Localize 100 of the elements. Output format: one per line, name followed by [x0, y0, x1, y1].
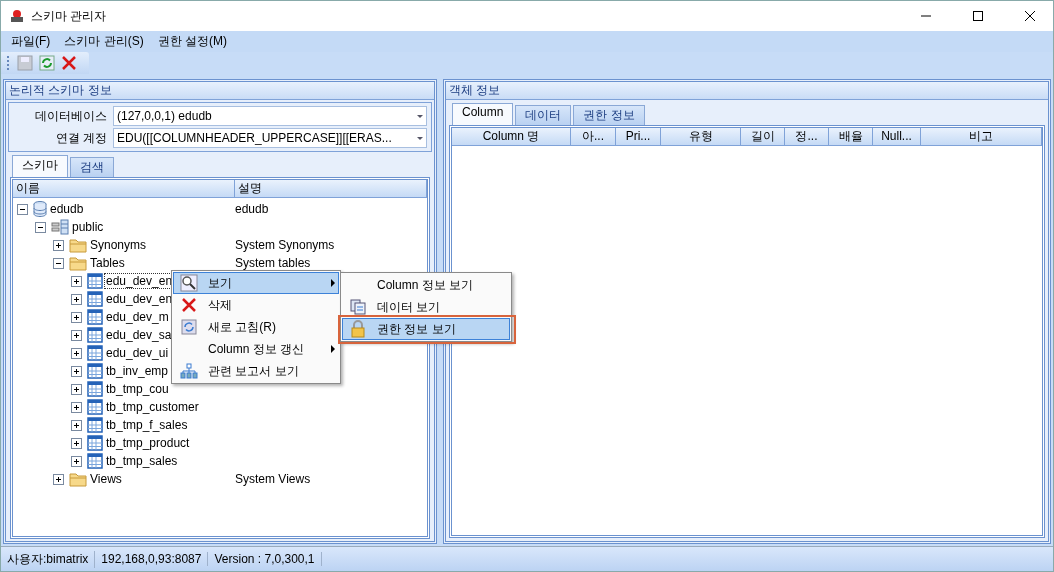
- tree-item[interactable]: tb_tmp_customer: [105, 400, 200, 414]
- expand-icon[interactable]: [53, 239, 64, 251]
- table-icon: [87, 363, 103, 379]
- window-title: 스키마 관리자: [31, 7, 108, 25]
- expand-icon[interactable]: [71, 437, 82, 449]
- column-header: 비고: [921, 128, 1042, 145]
- menu-item[interactable]: 보기: [173, 272, 339, 294]
- schema-icon: [51, 219, 69, 235]
- menu-item[interactable]: 파일(F): [5, 33, 57, 50]
- table-icon: [87, 291, 103, 307]
- maximize-icon: [973, 11, 983, 21]
- collapse-icon[interactable]: [35, 221, 46, 233]
- magnifier-icon: [180, 274, 198, 292]
- field-label: 연결 계정: [54, 130, 107, 147]
- database-icon: [33, 201, 47, 217]
- menu-item[interactable]: 새로 고침(R): [173, 316, 339, 338]
- column-header: 아...: [571, 128, 616, 145]
- tree-item-description: System Views: [235, 471, 312, 488]
- column-header: 설명: [235, 180, 427, 197]
- menu-item[interactable]: 스키마 관리(S): [58, 33, 150, 50]
- table-icon: [87, 435, 103, 451]
- dropdown-field[interactable]: EDU([[COLUMNHEADER_UPPERCASE]][[ERAS...: [113, 128, 427, 148]
- collapse-icon[interactable]: [53, 257, 64, 269]
- tree-item[interactable]: tb_tmp_sales: [105, 454, 179, 468]
- column-header: Column 명: [452, 128, 571, 145]
- column-header: Null...: [873, 128, 921, 145]
- table-icon: [87, 453, 103, 469]
- table-icon: [87, 399, 103, 415]
- tree-item[interactable]: public: [71, 220, 105, 234]
- menu-item[interactable]: Column 정보 보기: [342, 274, 510, 296]
- app-icon: [9, 9, 25, 23]
- lock-icon: [350, 320, 366, 338]
- panel-title: 객체 정보: [446, 82, 1048, 100]
- submenu-arrow-icon: [328, 279, 338, 287]
- close-icon: [1025, 11, 1035, 21]
- status-text: 사용자:bimatrix: [1, 550, 96, 568]
- expand-icon[interactable]: [71, 275, 82, 287]
- field-label: 데이터베이스: [34, 108, 107, 125]
- menu-item[interactable]: 권한 설정(M): [151, 33, 233, 50]
- expand-icon[interactable]: [71, 365, 82, 377]
- expand-icon[interactable]: [71, 293, 82, 305]
- status-text: Version : 7,0,300,1: [208, 552, 322, 566]
- refresh-icon: [181, 319, 197, 335]
- delete-icon[interactable]: [61, 55, 77, 71]
- tree-item[interactable]: Views: [89, 472, 123, 486]
- column-header: 정...: [785, 128, 829, 145]
- table-icon: [87, 309, 103, 325]
- tree-item[interactable]: edu_dev_sa: [105, 328, 173, 342]
- tree-item[interactable]: Tables: [89, 256, 126, 270]
- panel-title: 논리적 스키마 정보: [6, 82, 434, 100]
- hierarchy-icon: [180, 363, 198, 379]
- expand-icon[interactable]: [71, 329, 82, 341]
- tab[interactable]: 데이터: [515, 105, 572, 125]
- column-header: 배율: [829, 128, 873, 145]
- tree-item[interactable]: edu_dev_m: [105, 310, 170, 324]
- collapse-icon[interactable]: [17, 203, 28, 215]
- expand-icon[interactable]: [71, 419, 82, 431]
- folder-icon: [69, 237, 87, 253]
- column-header: Pri...: [616, 128, 661, 145]
- folder-icon: [69, 255, 87, 271]
- expand-icon[interactable]: [71, 401, 82, 413]
- expand-icon[interactable]: [71, 455, 82, 467]
- tree-item[interactable]: edudb: [49, 202, 85, 216]
- tree-item-description: edudb: [235, 201, 270, 218]
- tab[interactable]: 권한 정보: [573, 105, 645, 125]
- tree-item[interactable]: tb_tmp_f_sales: [105, 418, 189, 432]
- menu-item[interactable]: 삭제: [173, 294, 339, 316]
- tree-item[interactable]: edu_dev_ui: [105, 346, 170, 360]
- expand-icon[interactable]: [71, 347, 82, 359]
- column-header: 이름: [13, 180, 235, 197]
- column-header: 유형: [661, 128, 741, 145]
- tab[interactable]: 스키마: [12, 155, 68, 177]
- expand-icon[interactable]: [53, 473, 64, 485]
- menu-item[interactable]: 권한 정보 보기: [342, 318, 510, 340]
- menu-item[interactable]: Column 정보 갱신: [173, 338, 339, 360]
- table-icon: [87, 345, 103, 361]
- refresh-icon[interactable]: [39, 55, 55, 71]
- tree-item[interactable]: edu_dev_en: [105, 292, 174, 306]
- menu-item[interactable]: 데이터 보기: [342, 296, 510, 318]
- tree-item[interactable]: edu_dev_en: [105, 274, 174, 288]
- tab[interactable]: Column: [452, 103, 514, 125]
- tree-item[interactable]: tb_tmp_cou: [105, 382, 170, 396]
- expand-icon[interactable]: [71, 383, 82, 395]
- submenu-arrow-icon: [328, 345, 338, 353]
- table-icon: [87, 417, 103, 433]
- table-icon: [87, 273, 103, 289]
- tree-item[interactable]: tb_inv_emp: [105, 364, 170, 378]
- dropdown-field[interactable]: (127,0,0,1) edudb: [113, 106, 427, 126]
- status-text: 192,168,0,93:8087: [95, 552, 209, 566]
- table-icon: [87, 327, 103, 343]
- tree-item-description: System tables: [235, 255, 312, 272]
- tree-item[interactable]: Synonyms: [89, 238, 148, 252]
- tree-item-description: System Synonyms: [235, 237, 336, 254]
- column-header: 길이: [741, 128, 785, 145]
- table-icon: [87, 381, 103, 397]
- expand-icon[interactable]: [71, 311, 82, 323]
- tree-item[interactable]: tb_tmp_product: [105, 436, 191, 450]
- tab[interactable]: 검색: [70, 157, 114, 177]
- delete-icon: [181, 297, 197, 313]
- menu-item[interactable]: 관련 보고서 보기: [173, 360, 339, 382]
